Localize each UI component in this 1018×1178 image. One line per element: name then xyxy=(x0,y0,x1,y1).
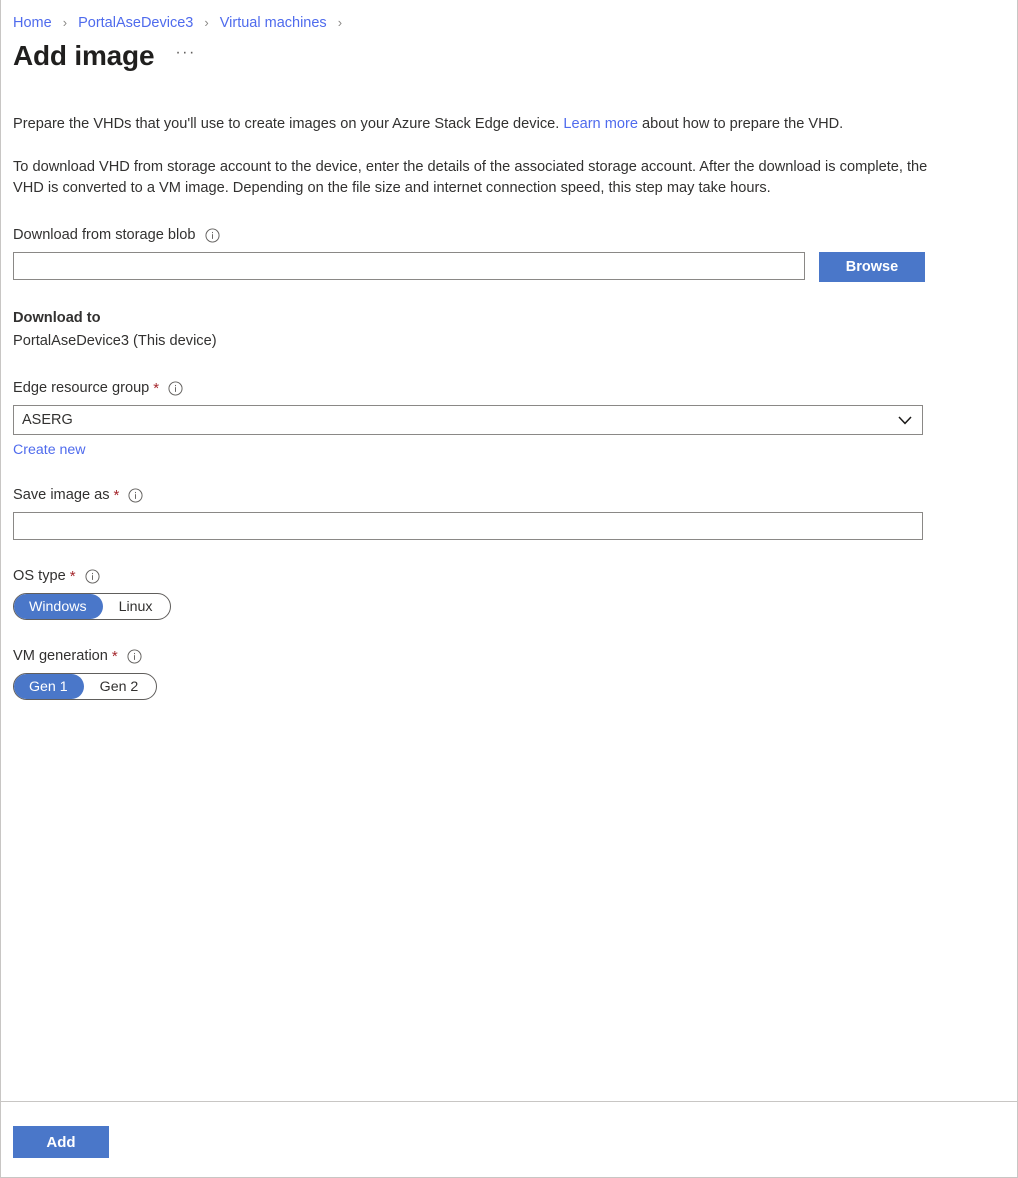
required-asterisk: * xyxy=(112,650,118,664)
edge-resource-group-select-wrap: ASERG xyxy=(13,405,923,435)
os-type-toggle-group: Windows Linux xyxy=(13,593,171,620)
info-icon[interactable] xyxy=(85,569,100,584)
info-icon[interactable] xyxy=(127,649,142,664)
intro-text-1b: about how to prepare the VHD. xyxy=(638,116,843,132)
info-icon[interactable] xyxy=(128,488,143,503)
page-title: Add image xyxy=(13,39,154,73)
edge-resource-group-select[interactable]: ASERG xyxy=(13,405,923,435)
save-image-as-input[interactable] xyxy=(13,512,923,540)
required-asterisk: * xyxy=(153,382,159,396)
os-type-option-windows[interactable]: Windows xyxy=(13,594,103,619)
required-asterisk: * xyxy=(114,489,120,503)
intro-paragraph-2: To download VHD from storage account to … xyxy=(13,157,933,199)
intro-paragraph-1: Prepare the VHDs that you'll use to crea… xyxy=(13,114,933,135)
download-blob-label: Download from storage blob xyxy=(13,225,196,245)
download-blob-label-row: Download from storage blob xyxy=(13,225,1017,245)
title-row: Add image ··· xyxy=(1,34,1017,78)
field-download-to: Download to PortalAseDevice3 (This devic… xyxy=(13,308,1017,352)
field-os-type: OS type * Windows Linux xyxy=(13,566,1017,620)
vm-generation-option-gen1[interactable]: Gen 1 xyxy=(13,674,84,699)
browse-button[interactable]: Browse xyxy=(819,252,925,282)
field-vm-generation: VM generation * Gen 1 Gen 2 xyxy=(13,646,1017,700)
download-blob-input[interactable] xyxy=(13,252,805,280)
more-options-icon[interactable]: ··· xyxy=(172,44,198,68)
info-icon[interactable] xyxy=(168,381,183,396)
os-type-label-row: OS type * xyxy=(13,566,1017,586)
breadcrumb-item-home[interactable]: Home xyxy=(13,15,52,31)
os-type-option-linux[interactable]: Linux xyxy=(103,594,169,619)
intro-text-1a: Prepare the VHDs that you'll use to crea… xyxy=(13,116,563,132)
blade-footer: Add xyxy=(1,1101,1017,1177)
vm-generation-option-gen2[interactable]: Gen 2 xyxy=(84,674,155,699)
breadcrumb-item-virtual-machines[interactable]: Virtual machines xyxy=(220,15,327,31)
edge-resource-group-label-row: Edge resource group * xyxy=(13,378,1017,398)
breadcrumb: Home › PortalAseDevice3 › Virtual machin… xyxy=(1,0,1017,34)
breadcrumb-separator-icon: › xyxy=(338,14,342,32)
breadcrumb-separator-icon: › xyxy=(204,14,208,32)
edge-resource-group-label: Edge resource group xyxy=(13,378,149,398)
vm-generation-label-row: VM generation * xyxy=(13,646,1017,666)
field-save-image-as: Save image as * xyxy=(13,485,1017,540)
vm-generation-toggle-group: Gen 1 Gen 2 xyxy=(13,673,157,700)
save-image-as-label-row: Save image as * xyxy=(13,485,1017,505)
info-icon[interactable] xyxy=(205,228,220,243)
field-download-from-storage-blob: Download from storage blob Browse xyxy=(13,225,1017,282)
os-type-label: OS type xyxy=(13,566,66,586)
download-blob-input-row: Browse xyxy=(13,252,1017,282)
download-to-label: Download to xyxy=(13,308,1017,328)
blade-content: Prepare the VHDs that you'll use to crea… xyxy=(1,78,1017,1101)
field-edge-resource-group: Edge resource group * ASERG xyxy=(13,378,1017,459)
learn-more-link[interactable]: Learn more xyxy=(563,116,638,132)
add-image-blade: Home › PortalAseDevice3 › Virtual machin… xyxy=(0,0,1018,1178)
required-asterisk: * xyxy=(70,570,76,584)
save-image-as-label: Save image as xyxy=(13,485,110,505)
add-button[interactable]: Add xyxy=(13,1126,109,1158)
vm-generation-label: VM generation xyxy=(13,646,108,666)
breadcrumb-separator-icon: › xyxy=(63,14,67,32)
download-to-value: PortalAseDevice3 (This device) xyxy=(13,330,1017,352)
create-new-link[interactable]: Create new xyxy=(13,442,86,458)
breadcrumb-item-device[interactable]: PortalAseDevice3 xyxy=(78,15,193,31)
